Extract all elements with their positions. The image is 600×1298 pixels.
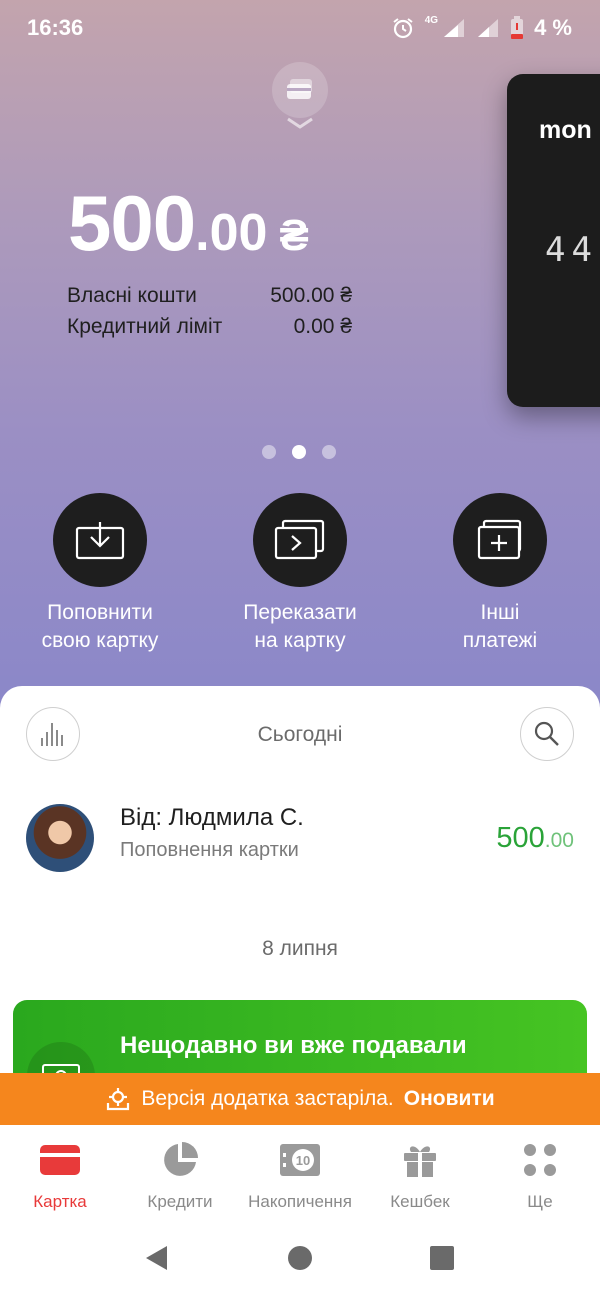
balance-integer: 500 bbox=[68, 179, 196, 267]
transaction-title: Від: Людмила С. bbox=[120, 804, 304, 831]
status-bar: 16:36 4G 4 % bbox=[0, 0, 600, 56]
topup-card-button[interactable]: Поповнити свою картку bbox=[0, 493, 200, 655]
balance-amount: 500.00 ₴ bbox=[68, 178, 309, 269]
amount-decimal: .00 bbox=[544, 829, 574, 852]
card-brand: mon bbox=[539, 116, 592, 144]
action-label-line1: Переказати bbox=[243, 601, 357, 624]
savings-icon: 10 bbox=[280, 1144, 320, 1176]
nav-label: Картка bbox=[33, 1192, 87, 1211]
card-number: 44 bbox=[545, 230, 598, 270]
topup-circle[interactable] bbox=[53, 493, 147, 587]
other-payments-button[interactable]: Інші платежі bbox=[400, 493, 600, 655]
balance-currency: ₴ bbox=[279, 211, 309, 260]
signal-icon-2 bbox=[478, 19, 499, 37]
pager-dots[interactable] bbox=[262, 445, 336, 459]
nav-savings[interactable]: 10 Накопичення bbox=[240, 1125, 360, 1220]
action-label-line2: на картку bbox=[254, 629, 346, 652]
nav-card[interactable]: Картка bbox=[0, 1125, 120, 1220]
update-icon bbox=[107, 1088, 130, 1111]
nav-label: Кешбек bbox=[390, 1192, 450, 1211]
more-dots-icon bbox=[524, 1144, 556, 1176]
update-link[interactable]: Оновити bbox=[404, 1087, 495, 1111]
transaction-amount: 500.00 bbox=[496, 822, 574, 855]
system-navigation-bar bbox=[0, 1220, 600, 1298]
avatar bbox=[26, 804, 94, 872]
search-button[interactable] bbox=[520, 707, 574, 761]
nav-label: Кредити bbox=[147, 1192, 213, 1211]
funds-label: Кредитний ліміт bbox=[67, 315, 223, 338]
funds-row-own: Власні кошти 500.00 ₴ bbox=[67, 284, 352, 315]
savings-badge: 10 bbox=[296, 1153, 310, 1168]
funds-breakdown: Власні кошти 500.00 ₴ Кредитний ліміт 0.… bbox=[67, 284, 352, 346]
signal-icon bbox=[444, 19, 465, 37]
card-plus-icon bbox=[477, 519, 522, 560]
transaction-row[interactable]: Від: Людмила С. Поповнення картки 500.00 bbox=[26, 804, 574, 874]
promo-title: Нещодавно ви вже подавали bbox=[120, 1032, 467, 1059]
bottom-navigation: Картка Кредити 10 Накопичення Кешбек Ще bbox=[0, 1125, 600, 1220]
chevron-down-icon[interactable] bbox=[286, 116, 314, 130]
nav-label: Накопичення bbox=[248, 1192, 352, 1211]
cards-stack-icon bbox=[287, 79, 312, 99]
status-icons: 4G 4 % bbox=[391, 15, 572, 41]
funds-row-credit: Кредитний ліміт 0.00 ₴ bbox=[67, 315, 352, 346]
transfer-to-card-button[interactable]: Переказати на картку bbox=[200, 493, 400, 655]
cards-switch-button[interactable] bbox=[272, 62, 328, 118]
nav-more[interactable]: Ще bbox=[480, 1125, 600, 1220]
nav-credits[interactable]: Кредити bbox=[120, 1125, 240, 1220]
action-label-line2: свою картку bbox=[41, 629, 159, 652]
back-icon[interactable] bbox=[143, 1244, 171, 1272]
pager-dot[interactable] bbox=[322, 445, 336, 459]
funds-label: Власні кошти bbox=[67, 284, 197, 307]
amount-integer: 500 bbox=[496, 822, 545, 854]
status-time: 16:36 bbox=[27, 15, 84, 40]
pager-dot-active[interactable] bbox=[292, 445, 306, 459]
gift-icon bbox=[404, 1146, 436, 1177]
card-icon bbox=[40, 1145, 80, 1175]
recents-icon[interactable] bbox=[429, 1245, 455, 1271]
transfer-circle[interactable] bbox=[253, 493, 347, 587]
account-hero: 16:36 4G 4 % 500.00 ₴ Власні кошти 500.0… bbox=[0, 0, 600, 720]
search-icon bbox=[534, 721, 559, 746]
update-banner[interactable]: Версія додатка застаріла. Оновити bbox=[0, 1073, 600, 1125]
funds-value: 0.00 ₴ bbox=[293, 315, 352, 338]
network-type: 4G bbox=[424, 15, 439, 26]
pie-chart-icon bbox=[164, 1142, 198, 1176]
action-label-line1: Поповнити bbox=[47, 601, 153, 624]
date-header-today: Сьогодні bbox=[257, 723, 343, 746]
alarm-icon bbox=[393, 18, 413, 39]
update-text: Версія додатка застаріла. bbox=[141, 1087, 394, 1110]
transaction-subtitle: Поповнення картки bbox=[120, 839, 299, 861]
battery-level: 4 % bbox=[534, 15, 572, 40]
bank-card[interactable]: mon 44 bbox=[507, 74, 600, 407]
pager-dot[interactable] bbox=[262, 445, 276, 459]
card-transfer-icon bbox=[274, 519, 325, 560]
action-label-line1: Інші bbox=[480, 601, 520, 624]
home-icon[interactable] bbox=[287, 1245, 313, 1271]
battery-low-icon bbox=[511, 16, 524, 39]
download-box-icon bbox=[75, 522, 125, 560]
action-label: Інші платежі bbox=[400, 599, 600, 655]
nav-cashback[interactable]: Кешбек bbox=[360, 1125, 480, 1220]
payments-circle[interactable] bbox=[453, 493, 547, 587]
nav-label: Ще bbox=[527, 1192, 553, 1211]
action-label-line2: платежі bbox=[462, 629, 538, 652]
balance-decimal: .00 bbox=[195, 204, 268, 262]
action-label: Переказати на картку bbox=[200, 599, 400, 655]
funds-value: 500.00 ₴ bbox=[270, 284, 352, 307]
action-label: Поповнити свою картку bbox=[0, 599, 200, 655]
date-header: 8 липня bbox=[262, 937, 338, 960]
